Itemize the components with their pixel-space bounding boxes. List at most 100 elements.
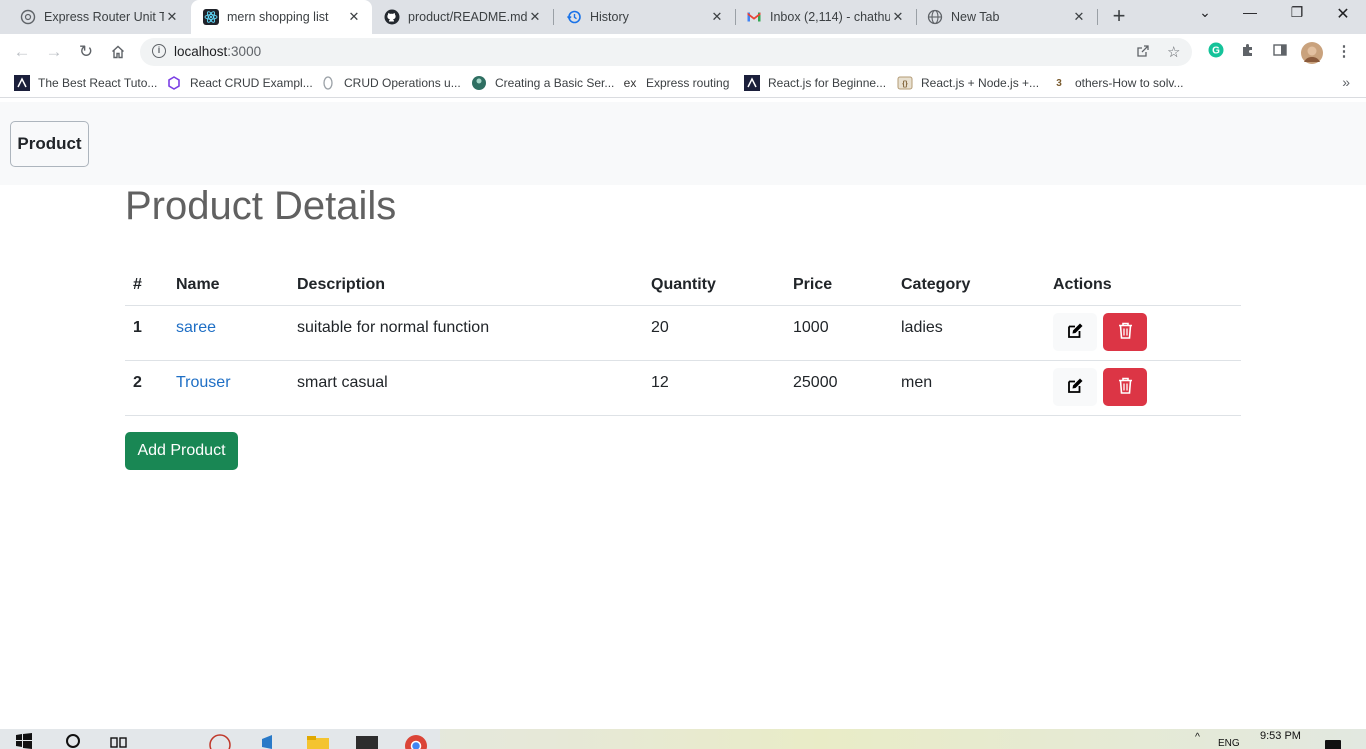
grammarly-icon[interactable]: G	[1206, 42, 1226, 62]
tab-mern-shopping-list[interactable]: mern shopping list ✕	[191, 0, 372, 34]
search-icon[interactable]	[64, 733, 84, 749]
product-price: 25000	[785, 360, 893, 416]
windows-taskbar: ^ ENG 9:53 PM	[0, 729, 1366, 749]
bookmark-favicon-icon	[320, 75, 336, 91]
clock[interactable]: 9:53 PM	[1260, 730, 1301, 742]
product-price: 1000	[785, 305, 893, 361]
bookmark-label: React.js + Node.js +...	[921, 76, 1040, 90]
bookmark-favicon-icon	[166, 75, 182, 91]
bookmark-item[interactable]: React CRUD Exampl...	[166, 75, 313, 91]
product-name-link[interactable]: Trouser	[176, 374, 231, 391]
product-category: men	[893, 360, 1045, 416]
bookmarks-bar: The Best React Tuto... React CRUD Exampl…	[0, 70, 1366, 98]
task-view-icon[interactable]	[110, 733, 128, 749]
table-header-row: # Name Description Quantity Price Catego…	[125, 266, 1241, 306]
tab-new-tab[interactable]: New Tab ✕	[917, 0, 1097, 34]
browser-tab-strip: Express Router Unit Te ✕ mern shopping l…	[0, 0, 1366, 34]
tab-title: mern shopping list	[227, 10, 329, 24]
svg-text:G: G	[1212, 46, 1220, 57]
chrome-icon[interactable]	[403, 733, 429, 749]
close-icon[interactable]: ✕	[1071, 9, 1087, 25]
edit-button[interactable]	[1053, 367, 1097, 406]
tab-gmail-inbox[interactable]: Inbox (2,114) - chathu ✕	[736, 0, 916, 34]
address-bar[interactable]: i localhost:3000 ☆	[140, 38, 1192, 66]
close-icon[interactable]: ✕	[709, 9, 725, 25]
globe-icon	[927, 9, 943, 25]
bookmark-favicon-icon	[744, 75, 760, 91]
edit-button[interactable]	[1053, 312, 1097, 351]
tab-express-router[interactable]: Express Router Unit Te ✕	[0, 0, 190, 34]
bookmark-item[interactable]: {} React.js + Node.js +...	[897, 75, 1039, 91]
app-icon[interactable]	[260, 733, 282, 749]
tab-history[interactable]: History ✕	[554, 0, 735, 34]
close-window-button[interactable]: ✕	[1328, 4, 1358, 24]
github-icon	[384, 9, 400, 25]
row-actions	[1045, 360, 1241, 416]
tab-title: product/README.md	[408, 10, 527, 24]
close-icon[interactable]: ✕	[527, 9, 543, 25]
side-panel-icon[interactable]	[1270, 42, 1290, 62]
table-row: 1 saree suitable for normal function 20 …	[125, 305, 1241, 361]
minimize-button[interactable]: —	[1235, 4, 1265, 20]
column-header: Category	[893, 266, 1045, 306]
menu-icon[interactable]: ⋮	[1334, 42, 1354, 62]
trash-icon	[1118, 377, 1133, 397]
notification-icon[interactable]	[1324, 737, 1342, 749]
tab-title: History	[590, 10, 629, 24]
restore-button[interactable]: ❐	[1282, 4, 1312, 21]
close-icon[interactable]: ✕	[346, 9, 362, 25]
bookmark-item[interactable]: ex Express routing	[622, 75, 730, 91]
app-icon[interactable]	[208, 733, 232, 749]
file-explorer-icon[interactable]	[306, 733, 330, 749]
product-quantity: 20	[643, 305, 785, 361]
bookmark-label: The Best React Tuto...	[38, 76, 158, 90]
language-indicator[interactable]: ENG	[1218, 738, 1240, 749]
tab-title: New Tab	[951, 10, 1000, 24]
bookmark-item[interactable]: Creating a Basic Ser...	[471, 75, 614, 91]
bookmark-label: React CRUD Exampl...	[190, 76, 313, 90]
page-content: Product Product Details # Name Descripti…	[0, 102, 1366, 729]
app-icon[interactable]	[355, 733, 379, 749]
more-bookmarks-icon[interactable]: »	[1342, 74, 1350, 90]
tray-chevron-icon[interactable]: ^	[1195, 731, 1200, 743]
share-icon[interactable]	[1135, 43, 1151, 63]
product-description: smart casual	[289, 360, 643, 416]
reload-icon[interactable]: ↻	[74, 40, 98, 64]
avatar[interactable]	[1301, 42, 1323, 64]
close-icon[interactable]: ✕	[890, 9, 906, 25]
browser-toolbar: ← → ↻ i localhost:3000 ☆ G ⋮	[0, 34, 1366, 70]
bookmark-favicon-icon	[471, 75, 487, 91]
new-tab-button[interactable]: +	[1108, 5, 1130, 29]
windows-start-icon[interactable]	[16, 733, 32, 749]
bookmark-item[interactable]: 3 others-How to solv...	[1051, 75, 1183, 91]
gmail-icon	[746, 9, 762, 25]
react-icon	[203, 9, 219, 25]
express-icon: ex	[623, 76, 637, 90]
column-header: Quantity	[643, 266, 785, 306]
product-category: ladies	[893, 305, 1045, 361]
back-icon[interactable]: ←	[10, 40, 34, 64]
bookmark-item[interactable]: CRUD Operations u...	[320, 75, 461, 91]
edit-icon	[1067, 377, 1084, 397]
column-header: Name	[168, 266, 289, 306]
bookmark-item[interactable]: React.js for Beginne...	[744, 75, 886, 91]
delete-button[interactable]	[1103, 312, 1147, 351]
bookmark-star-icon[interactable]: ☆	[1167, 43, 1180, 61]
navbar: Product	[0, 102, 1366, 185]
tab-search-chevron-icon[interactable]: ⌄	[1190, 4, 1220, 21]
site-info-icon[interactable]: i	[152, 44, 166, 58]
column-header: #	[125, 266, 168, 306]
forward-icon[interactable]: →	[42, 40, 66, 64]
close-icon[interactable]: ✕	[164, 9, 180, 25]
product-name-link[interactable]: saree	[176, 319, 216, 336]
bookmark-favicon-icon	[14, 75, 30, 91]
home-icon[interactable]	[106, 40, 130, 64]
column-header: Description	[289, 266, 643, 306]
add-product-button[interactable]: Add Product	[125, 432, 238, 470]
product-nav-button[interactable]: Product	[10, 121, 89, 167]
tab-readme[interactable]: product/README.md ✕	[372, 0, 553, 34]
extensions-icon[interactable]	[1238, 42, 1258, 62]
product-quantity: 12	[643, 360, 785, 416]
delete-button[interactable]	[1103, 367, 1147, 406]
bookmark-item[interactable]: The Best React Tuto...	[14, 75, 157, 91]
